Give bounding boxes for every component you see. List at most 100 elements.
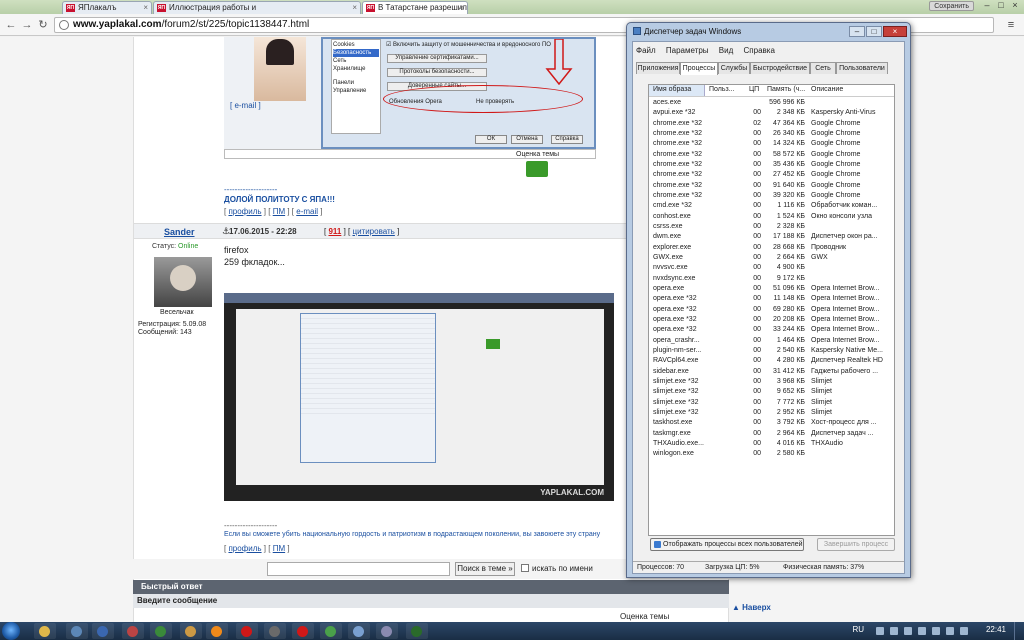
- process-row[interactable]: chrome.exe *32 00 14 324 КБ Google Chrome: [649, 139, 894, 149]
- taskbar-opera-icon[interactable]: [236, 623, 258, 639]
- tab-close-icon[interactable]: ×: [352, 2, 357, 14]
- browser-menu-icon[interactable]: ≡: [1004, 18, 1018, 32]
- tray-app-icon[interactable]: [890, 627, 898, 635]
- taskbar-opera-icon[interactable]: [292, 623, 314, 639]
- process-row[interactable]: chrome.exe *32 00 91 640 КБ Google Chrome: [649, 181, 894, 191]
- process-row[interactable]: chrome.exe *32 00 27 452 КБ Google Chrome: [649, 170, 894, 180]
- process-row[interactable]: slimjet.exe *32 00 3 968 КБ Slimjet: [649, 377, 894, 387]
- pm-link[interactable]: ПМ: [273, 544, 285, 553]
- pm-link[interactable]: ПМ: [273, 207, 285, 216]
- process-row[interactable]: slimjet.exe *32 00 9 652 КБ Slimjet: [649, 387, 894, 397]
- firefox-screenshot[interactable]: YAPLAKAL.COM: [224, 293, 614, 501]
- process-row[interactable]: opera.exe *32 00 11 148 КБ Opera Internet B…: [649, 294, 894, 304]
- avatar[interactable]: [154, 257, 212, 307]
- process-row[interactable]: slimjet.exe *32 00 2 952 КБ Slimjet: [649, 408, 894, 418]
- reload-icon[interactable]: ↻: [36, 18, 50, 32]
- taskbar-app-icon[interactable]: [122, 623, 144, 639]
- profile-button[interactable]: Сохранить: [929, 1, 974, 11]
- minimize-icon[interactable]: –: [980, 0, 994, 12]
- browser-tab-1[interactable]: ЯП ЯПлакалъ ×: [62, 1, 152, 14]
- taskbar-app-icon[interactable]: [180, 623, 202, 639]
- process-row[interactable]: chrome.exe *32 00 58 572 КБ Google Chrome: [649, 150, 894, 160]
- show-desktop-button[interactable]: [1014, 622, 1024, 640]
- search-by-name-checkbox[interactable]: искать по имени: [521, 564, 593, 573]
- tab-performance[interactable]: Быстродействие: [750, 62, 810, 74]
- end-process-button[interactable]: Завершить процесс: [817, 538, 895, 551]
- col-image-name[interactable]: Имя образа: [649, 85, 705, 96]
- process-row[interactable]: chrome.exe *32 00 39 320 КБ Google Chrome: [649, 191, 894, 201]
- process-row[interactable]: opera.exe *32 00 69 280 КБ Opera Internet B…: [649, 305, 894, 315]
- process-row[interactable]: csrss.exe 00 2 328 КБ: [649, 222, 894, 232]
- process-row[interactable]: conhost.exe 00 1 524 КБ Окно консоли узла: [649, 212, 894, 222]
- taskbar-app-icon[interactable]: [264, 623, 286, 639]
- process-row[interactable]: opera.exe *32 00 20 208 КБ Opera Internet B…: [649, 315, 894, 325]
- taskbar-explorer-icon[interactable]: [34, 623, 56, 639]
- process-row[interactable]: dwm.exe 00 17 188 КБ Диспетчер окон ра...: [649, 232, 894, 242]
- taskbar-taskmgr-icon[interactable]: [406, 623, 428, 639]
- tray-app-icon[interactable]: [918, 627, 926, 635]
- process-row[interactable]: taskmgr.exe 00 2 964 КБ Диспетчер задач ...: [649, 429, 894, 439]
- quote-link[interactable]: цитировать: [352, 227, 394, 236]
- volume-icon[interactable]: [946, 627, 954, 635]
- tab-network[interactable]: Сеть: [810, 62, 836, 74]
- taskbar-app-icon[interactable]: [66, 623, 88, 639]
- email-link[interactable]: e-mail: [296, 207, 318, 216]
- tab-users[interactable]: Пользователи: [836, 62, 888, 74]
- browser-tab-2[interactable]: ЯП Иллюстрация работы и ×: [153, 1, 361, 14]
- col-description[interactable]: Описание: [811, 86, 843, 93]
- network-icon[interactable]: [932, 627, 940, 635]
- taskbar-chrome-icon[interactable]: [320, 623, 342, 639]
- task-manager-window[interactable]: Диспетчер задач Windows – □ × Файл Парам…: [626, 22, 911, 578]
- process-row[interactable]: sidebar.exe 00 31 412 КБ Гаджеты рабочего .…: [649, 367, 894, 377]
- process-row[interactable]: aces.exe 596 996 КБ: [649, 98, 894, 108]
- process-row[interactable]: nvxdsync.exe 00 9 172 КБ: [649, 274, 894, 284]
- process-row[interactable]: cmd.exe *32 00 1 116 КБ Обработчик коман...: [649, 201, 894, 211]
- process-row[interactable]: slimjet.exe *32 00 7 772 КБ Slimjet: [649, 398, 894, 408]
- taskmgr-minimize-icon[interactable]: –: [849, 26, 865, 37]
- post-number-link[interactable]: 911: [328, 227, 341, 236]
- taskbar-vlc-icon[interactable]: [206, 623, 228, 639]
- checkbox-icon[interactable]: [521, 564, 529, 572]
- back-arrow-icon[interactable]: ←: [4, 18, 18, 32]
- process-row[interactable]: opera.exe *32 00 33 244 КБ Opera Internet B…: [649, 325, 894, 335]
- menu-file[interactable]: Файл: [636, 46, 656, 55]
- tab-applications[interactable]: Приложения: [636, 62, 680, 74]
- process-row[interactable]: explorer.exe 00 28 668 КБ Проводник: [649, 243, 894, 253]
- tab-close-icon[interactable]: ×: [459, 2, 464, 14]
- taskbar-app-icon[interactable]: [92, 623, 114, 639]
- process-row[interactable]: GWX.exe 00 2 664 КБ GWX: [649, 253, 894, 263]
- process-row[interactable]: chrome.exe *32 00 26 340 КБ Google Chrome: [649, 129, 894, 139]
- process-row[interactable]: chrome.exe *32 00 35 436 КБ Google Chrome: [649, 160, 894, 170]
- topic-search-button[interactable]: Поиск в теме »: [455, 562, 515, 576]
- taskmgr-close-icon[interactable]: ×: [883, 26, 907, 37]
- process-row[interactable]: chrome.exe *32 02 47 364 КБ Google Chrome: [649, 119, 894, 129]
- process-row[interactable]: opera.exe 00 51 096 КБ Opera Internet Brow.…: [649, 284, 894, 294]
- topic-search-input[interactable]: [267, 562, 450, 576]
- col-cpu[interactable]: ЦП: [749, 86, 759, 93]
- taskbar-app-icon[interactable]: [376, 623, 398, 639]
- language-indicator[interactable]: RU: [852, 625, 864, 634]
- col-memory[interactable]: Память (ч...: [767, 86, 805, 93]
- post-author[interactable]: Sander: [164, 227, 195, 237]
- browser-tab-3[interactable]: ЯП В Татарстане разрешил ×: [362, 1, 468, 14]
- tray-app-icon[interactable]: [904, 627, 912, 635]
- start-button-icon[interactable]: [2, 622, 20, 640]
- close-icon[interactable]: ×: [1008, 0, 1022, 12]
- process-list[interactable]: Имя образа Польз... ЦП Память (ч... Опис…: [648, 84, 895, 536]
- profile-link[interactable]: профиль: [228, 207, 261, 216]
- taskmgr-maximize-icon[interactable]: □: [866, 26, 882, 37]
- tab-close-icon[interactable]: ×: [143, 2, 148, 14]
- process-row[interactable]: RAVCpl64.exe 00 4 280 КБ Диспетчер Realtek …: [649, 356, 894, 366]
- process-row[interactable]: opera_crashr... 00 1 464 КБ Opera Internet …: [649, 336, 894, 346]
- forward-arrow-icon[interactable]: →: [20, 18, 34, 32]
- process-row[interactable]: plugin-nm-ser... 00 2 540 КБ Kaspersky Nati…: [649, 346, 894, 356]
- menu-help[interactable]: Справка: [744, 46, 775, 55]
- profile-link[interactable]: профиль: [228, 544, 261, 553]
- maximize-icon[interactable]: □: [994, 0, 1008, 12]
- taskbar-app-icon[interactable]: [150, 623, 172, 639]
- process-row[interactable]: nvvsvc.exe 00 4 900 КБ: [649, 263, 894, 273]
- scroll-top-link[interactable]: ▲ Наверх: [732, 603, 771, 612]
- tab-processes[interactable]: Процессы: [680, 62, 718, 75]
- process-row[interactable]: winlogon.exe 00 2 580 КБ: [649, 449, 894, 459]
- process-row[interactable]: taskhost.exe 00 3 792 КБ Хост-процесс для .…: [649, 418, 894, 428]
